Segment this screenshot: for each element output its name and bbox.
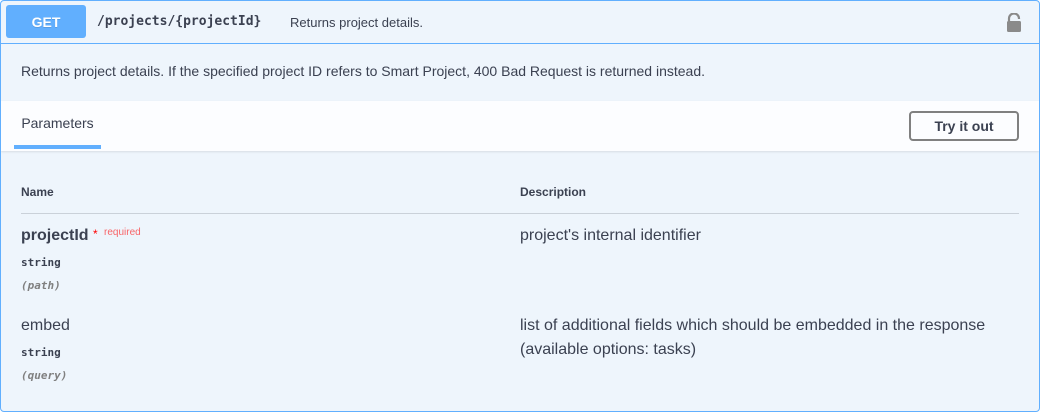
tab-parameters[interactable]: Parameters xyxy=(14,101,101,149)
lock-icon[interactable] xyxy=(1005,12,1023,33)
parameter-name: embed xyxy=(21,317,70,334)
parameter-type: string xyxy=(21,256,61,269)
parameter-location: (query) xyxy=(21,369,68,382)
parameter-description-line2: (available options: tasks) xyxy=(520,341,697,358)
required-star: * xyxy=(93,227,98,241)
parameter-type: string xyxy=(21,346,61,359)
operation-description: Returns project details. If the specifie… xyxy=(21,63,706,79)
column-header-name: Name xyxy=(21,185,54,199)
parameter-description: list of additional fields which should b… xyxy=(520,317,986,334)
required-label: required xyxy=(104,227,141,238)
table-header-divider xyxy=(21,213,1019,214)
parameter-name: projectId xyxy=(21,227,89,244)
parameters-section-header: Parameters Try it out xyxy=(1,101,1039,151)
column-header-description: Description xyxy=(520,185,587,199)
operation-block: GET /projects/{projectId} Returns projec… xyxy=(0,0,1040,412)
operation-summary[interactable]: GET /projects/{projectId} Returns projec… xyxy=(1,1,1039,44)
operation-path: /projects/{projectId} xyxy=(97,14,262,29)
try-it-out-button[interactable]: Try it out xyxy=(909,111,1019,141)
operation-summary-text: Returns project details. xyxy=(290,15,423,30)
method-badge: GET xyxy=(6,5,86,38)
parameter-description: project's internal identifier xyxy=(520,227,701,244)
parameter-location: (path) xyxy=(21,279,61,292)
